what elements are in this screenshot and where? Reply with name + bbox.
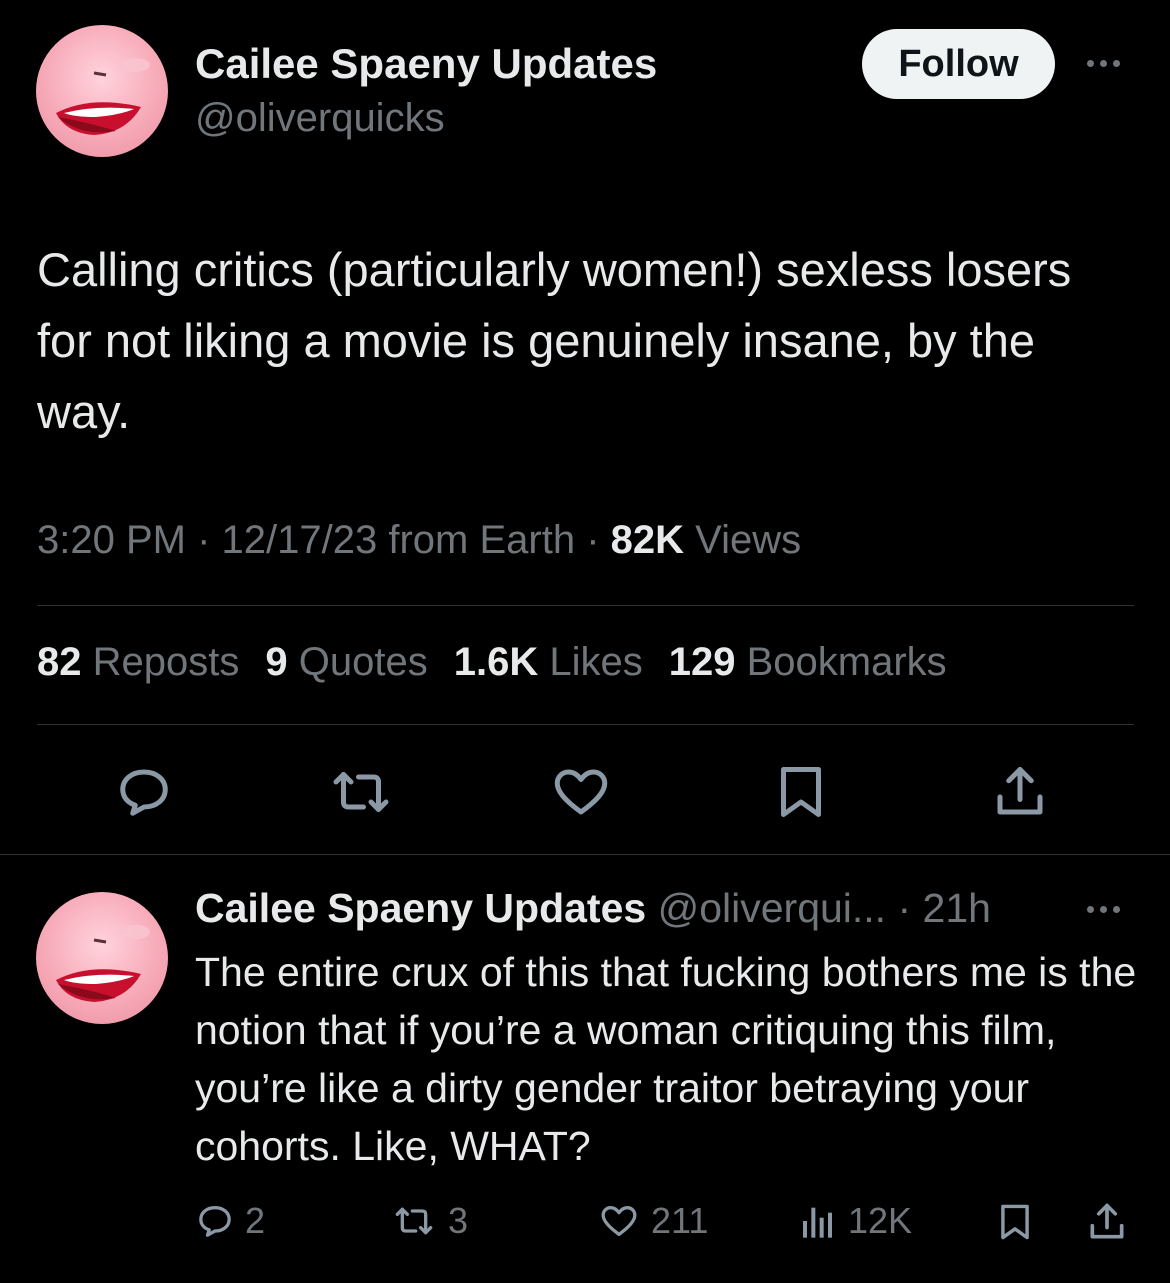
bookmark-icon <box>1001 1204 1029 1240</box>
reply-likes-count: 211 <box>651 1200 709 1241</box>
author-name[interactable]: Cailee Spaeny Updates <box>195 40 657 88</box>
bookmarks-count: 129 <box>668 640 736 684</box>
reposts-stat[interactable]: 82 Reposts <box>37 640 239 685</box>
repost-icon <box>395 1207 433 1235</box>
bookmark-icon[interactable] <box>773 762 829 822</box>
likes-count: 1.6K <box>453 640 539 684</box>
reply-reposts-count: 3 <box>448 1200 469 1241</box>
author-handle[interactable]: @oliverquicks <box>195 96 445 141</box>
views-count: 82K <box>610 518 685 562</box>
quotes-label: Quotes <box>298 640 428 684</box>
reply-header: Cailee Spaeny Updates @oliverqui... · 21… <box>195 885 991 932</box>
share-icon[interactable] <box>990 762 1050 822</box>
tweet-text: Calling critics (particularly women!) se… <box>37 243 1072 438</box>
tweet-meta: 3:20 PM · 12/17/23 from Earth · 82K View… <box>37 518 801 563</box>
bookmarks-label: Bookmarks <box>746 640 947 684</box>
quotes-stat[interactable]: 9 Quotes <box>265 640 427 685</box>
divider <box>0 854 1170 855</box>
reply-author-name[interactable]: Cailee Spaeny Updates <box>195 885 646 931</box>
divider <box>37 724 1134 725</box>
divider <box>37 605 1134 606</box>
tweet-detail-page: Cailee Spaeny Updates @oliverquicks Foll… <box>0 0 1170 1283</box>
repost-icon[interactable] <box>325 762 397 822</box>
avatar-image <box>56 925 150 1002</box>
views-icon <box>803 1207 832 1238</box>
like-icon <box>601 1206 637 1236</box>
more-options-icon[interactable] <box>1087 60 1120 67</box>
avatar-image <box>56 58 150 135</box>
reply-handle-time[interactable]: @oliverqui... · 21h <box>658 885 991 931</box>
reply-views-action[interactable]: 12K <box>798 1200 912 1242</box>
tweet-time[interactable]: 3:20 PM <box>37 518 186 562</box>
reply-more-options-icon[interactable] <box>1087 906 1120 913</box>
tweet-date: 12/17/23 from Earth <box>221 518 576 562</box>
reply-reposts-action[interactable]: 3 <box>390 1200 468 1242</box>
engagement-stats: 82 Reposts 9 Quotes 1.6K Likes 129 Bookm… <box>37 640 947 685</box>
likes-stat[interactable]: 1.6K Likes <box>454 640 643 685</box>
reposts-label: Reposts <box>92 640 240 684</box>
meta-separator: · <box>197 518 222 562</box>
likes-label: Likes <box>549 640 643 684</box>
reply-share-action[interactable] <box>1085 1200 1129 1244</box>
reply-replies-count: 2 <box>245 1200 266 1241</box>
share-icon <box>1090 1203 1124 1239</box>
meta-separator: · <box>586 518 611 562</box>
follow-button[interactable]: Follow <box>862 29 1055 99</box>
reply-text: The entire crux of this that fucking bot… <box>195 949 1137 1169</box>
reply-replies-action[interactable]: 2 <box>195 1200 265 1242</box>
reply-views-count: 12K <box>848 1200 913 1241</box>
reply-bookmark-action[interactable] <box>996 1200 1034 1244</box>
quotes-count: 9 <box>265 640 288 684</box>
like-icon[interactable] <box>551 762 611 822</box>
avatar[interactable] <box>36 25 168 157</box>
reposts-count: 82 <box>37 640 82 684</box>
reply-avatar[interactable] <box>36 892 168 1024</box>
reply-icon[interactable] <box>114 762 174 822</box>
reply-likes-action[interactable]: 211 <box>597 1200 708 1242</box>
bookmarks-stat[interactable]: 129 Bookmarks <box>669 640 947 685</box>
reply-icon <box>199 1206 231 1237</box>
views-label: Views <box>695 518 802 562</box>
